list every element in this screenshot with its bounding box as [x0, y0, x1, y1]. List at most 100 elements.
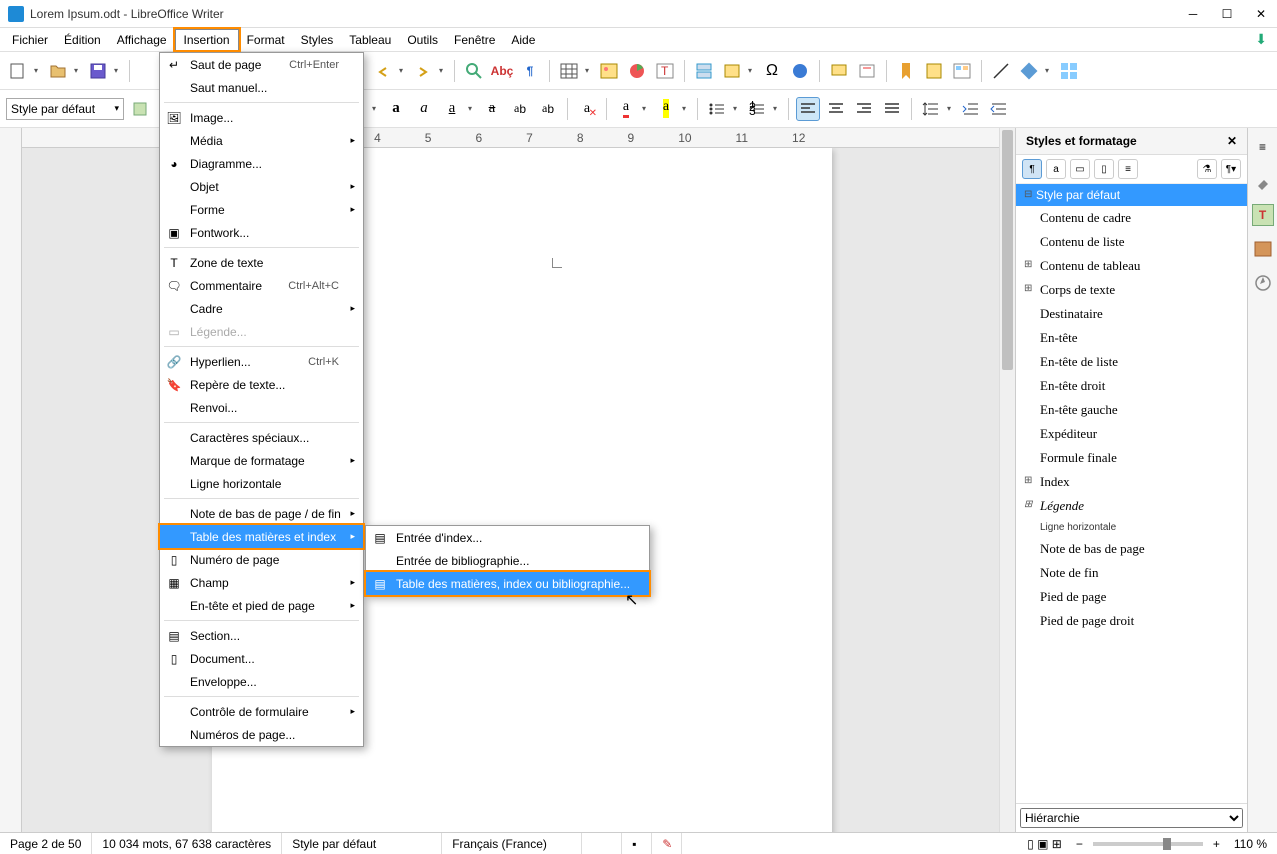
highlight-button[interactable]: a [654, 97, 678, 121]
superscript-button[interactable]: ab [508, 97, 532, 121]
menu-item-en-t-te-et-pied-de-page[interactable]: En-tête et pied de page▸ [160, 594, 363, 617]
save-button[interactable] [86, 59, 110, 83]
style-en-t-te-droit[interactable]: En-tête droit [1016, 374, 1247, 398]
style-destinataire[interactable]: Destinataire [1016, 302, 1247, 326]
style-exp-diteur[interactable]: Expéditeur [1016, 422, 1247, 446]
grid-button[interactable] [1057, 59, 1081, 83]
style-contenu-de-tableau[interactable]: ⊞Contenu de tableau [1016, 254, 1247, 278]
style-note-de-fin[interactable]: Note de fin [1016, 561, 1247, 585]
menu-item-note-de-bas-de-page-de-fin[interactable]: Note de bas de page / de fin▸ [160, 502, 363, 525]
menu-item-rep-re-de-texte-[interactable]: 🔖Repère de texte... [160, 373, 363, 396]
line-button[interactable] [989, 59, 1013, 83]
bold-button[interactable]: a [384, 97, 408, 121]
status-page[interactable]: Page 2 de 50 [0, 833, 92, 854]
fill-format-icon[interactable]: ⚗ [1197, 159, 1217, 179]
list-styles-icon[interactable]: ≡ [1118, 159, 1138, 179]
minimize-button[interactable]: ─ [1185, 6, 1201, 22]
menu-fenetre[interactable]: Fenêtre [446, 30, 503, 50]
underline-button[interactable]: a [440, 97, 464, 121]
submenu-item-entr-e-de-bibliographie-[interactable]: Entrée de bibliographie... [366, 549, 649, 572]
menu-item-champ[interactable]: ▦Champ▸ [160, 571, 363, 594]
zoom-in-button[interactable]: + [1209, 837, 1224, 851]
paragraph-styles-icon[interactable]: ¶ [1022, 159, 1042, 179]
menu-affichage[interactable]: Affichage [109, 30, 175, 50]
decrease-indent-button[interactable] [987, 97, 1011, 121]
hyperlink-button[interactable] [788, 59, 812, 83]
rail-navigator-icon[interactable] [1252, 272, 1274, 294]
menu-item-saut-de-page[interactable]: ↵Saut de pageCtrl+Enter [160, 53, 363, 76]
chart-button[interactable] [625, 59, 649, 83]
align-left-button[interactable] [796, 97, 820, 121]
menu-item-contr-le-de-formulaire[interactable]: Contrôle de formulaire▸ [160, 700, 363, 723]
menu-item-num-ro-de-page[interactable]: ▯Numéro de page [160, 548, 363, 571]
menu-item-l-gende-[interactable]: ▭Légende... [160, 320, 363, 343]
menu-item-cadre[interactable]: Cadre▸ [160, 297, 363, 320]
style-en-t-te-gauche[interactable]: En-tête gauche [1016, 398, 1247, 422]
menu-item-caract-res-sp-ciaux-[interactable]: Caractères spéciaux... [160, 426, 363, 449]
zoom-out-button[interactable]: − [1072, 837, 1087, 851]
menu-item-m-dia[interactable]: Média▸ [160, 129, 363, 152]
style-contenu-de-liste[interactable]: Contenu de liste [1016, 230, 1247, 254]
navigator-button[interactable] [922, 59, 946, 83]
style-pied-de-page[interactable]: Pied de page [1016, 585, 1247, 609]
style-en-t-te-de-liste[interactable]: En-tête de liste [1016, 350, 1247, 374]
strikethrough-button[interactable]: a [480, 97, 504, 121]
close-button[interactable]: ✕ [1253, 6, 1269, 22]
submenu-item-table-des-mati-res-index-ou-bibliographie-[interactable]: ▤Table des matières, index ou bibliograp… [366, 572, 649, 595]
status-selection[interactable]: ▪ [622, 833, 652, 854]
style-corps-de-texte[interactable]: ⊞Corps de texte [1016, 278, 1247, 302]
track-changes-button[interactable] [855, 59, 879, 83]
page-break-button[interactable] [692, 59, 716, 83]
font-color-button[interactable]: a [614, 97, 638, 121]
clear-format-button[interactable]: a✕ [575, 97, 599, 121]
menu-item-renvoi-[interactable]: Renvoi... [160, 396, 363, 419]
style-ligne-horizontale[interactable]: Ligne horizontale [1016, 518, 1247, 537]
subscript-button[interactable]: ab [536, 97, 560, 121]
new-style-icon[interactable]: ¶▾ [1221, 159, 1241, 179]
style-index[interactable]: ⊞Index [1016, 470, 1247, 494]
gallery-button[interactable] [950, 59, 974, 83]
menu-item-ligne-horizontale[interactable]: Ligne horizontale [160, 472, 363, 495]
update-style-button[interactable] [128, 97, 152, 121]
character-styles-icon[interactable]: a [1046, 159, 1066, 179]
menu-item-forme[interactable]: Forme▸ [160, 198, 363, 221]
style-contenu-de-cadre[interactable]: Contenu de cadre [1016, 206, 1247, 230]
menu-insertion[interactable]: Insertion [175, 29, 239, 50]
rail-wrench-icon[interactable] [1252, 170, 1274, 192]
menu-aide[interactable]: Aide [503, 30, 543, 50]
menu-item-fontwork-[interactable]: ▣Fontwork... [160, 221, 363, 244]
redo-button[interactable] [411, 59, 435, 83]
align-right-button[interactable] [852, 97, 876, 121]
style-list[interactable]: ⊟Style par défautContenu de cadreContenu… [1016, 184, 1247, 803]
menu-item-enveloppe-[interactable]: Enveloppe... [160, 670, 363, 693]
align-center-button[interactable] [824, 97, 848, 121]
status-signature[interactable]: ✎ [652, 833, 682, 854]
style-l-gende[interactable]: ⊞Légende [1016, 494, 1247, 518]
menu-item-image-[interactable]: 🖼Image... [160, 106, 363, 129]
menu-item-marque-de-formatage[interactable]: Marque de formatage▸ [160, 449, 363, 472]
status-lang[interactable]: Français (France) [442, 833, 582, 854]
paragraph-style-combo[interactable]: Style par défaut▾ [6, 98, 124, 120]
menu-edition[interactable]: Édition [56, 30, 109, 50]
align-justify-button[interactable] [880, 97, 904, 121]
download-icon[interactable]: ⬇ [1255, 31, 1267, 48]
menu-styles[interactable]: Styles [293, 30, 342, 50]
undo-button[interactable] [371, 59, 395, 83]
style-filter-select[interactable]: Hiérarchie [1020, 808, 1243, 828]
maximize-button[interactable]: ☐ [1219, 6, 1235, 22]
menu-outils[interactable]: Outils [399, 30, 446, 50]
menu-format[interactable]: Format [239, 30, 293, 50]
menu-item-table-des-mati-res-et-index[interactable]: Table des matières et index▸ [160, 525, 363, 548]
menu-item-diagramme-[interactable]: ◕Diagramme... [160, 152, 363, 175]
status-zoom[interactable]: 110 % [1224, 833, 1277, 854]
open-button[interactable] [46, 59, 70, 83]
rail-styles-icon[interactable]: T [1252, 204, 1274, 226]
status-words[interactable]: 10 034 mots, 67 638 caractères [92, 833, 282, 854]
rail-properties-icon[interactable]: ≡ [1252, 136, 1274, 158]
scrollbar-vertical[interactable] [999, 128, 1015, 832]
special-char-button[interactable]: Ω [760, 59, 784, 83]
page-styles-icon[interactable]: ▯ [1094, 159, 1114, 179]
menu-item-hyperlien-[interactable]: 🔗Hyperlien...Ctrl+K [160, 350, 363, 373]
table-button[interactable] [557, 59, 581, 83]
submenu-item-entr-e-d-index-[interactable]: ▤Entrée d'index... [366, 526, 649, 549]
